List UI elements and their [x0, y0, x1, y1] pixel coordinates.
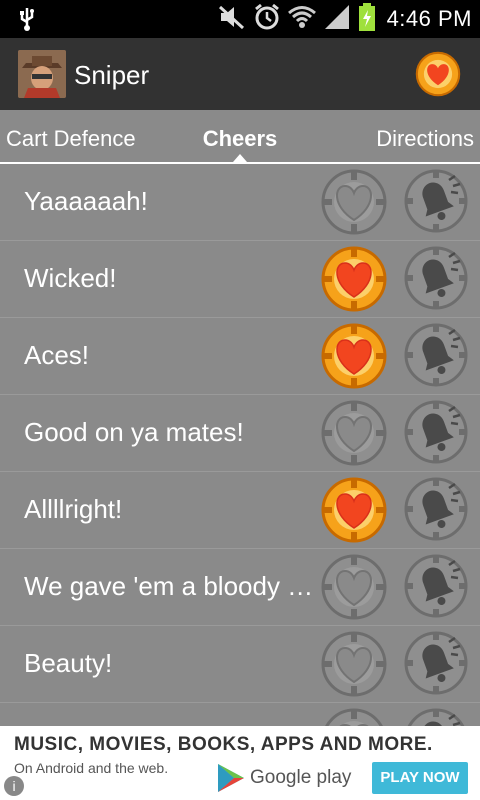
list-item-label: Yaaaaaah! — [24, 186, 148, 216]
ringtone-bell-icon[interactable] — [403, 245, 469, 311]
favorite-heart-active-icon[interactable] — [320, 245, 388, 313]
sniper-avatar[interactable] — [18, 50, 66, 98]
favorite-heart-icon[interactable] — [320, 168, 388, 236]
list-item[interactable]: Allllright! — [0, 472, 480, 549]
list-item[interactable]: Yaaaaaah! — [0, 164, 480, 241]
app-bar: Sniper — [0, 38, 480, 110]
play-triangle-icon — [218, 764, 244, 792]
tab-directions[interactable]: Directions — [376, 126, 474, 152]
favorite-heart-active-icon[interactable] — [320, 322, 388, 390]
list-item[interactable]: Beauty! — [0, 626, 480, 703]
tab-bar: Cart Defence Cheers Directions — [0, 110, 480, 164]
list-item-label: Wicked! — [24, 263, 117, 293]
battery-icon — [357, 2, 377, 37]
favorite-heart-icon[interactable] — [320, 399, 388, 467]
alarm-icon — [253, 3, 281, 36]
list-item[interactable]: Bloody beautiful! — [0, 703, 480, 726]
ringtone-bell-icon[interactable] — [403, 553, 469, 619]
google-play-text: Google play — [250, 767, 352, 788]
ringtone-bell-icon[interactable] — [403, 630, 469, 696]
ringtone-bell-icon[interactable] — [403, 399, 469, 465]
list-item[interactable]: Good on ya mates! — [0, 395, 480, 472]
active-tab-indicator — [233, 154, 247, 162]
list-item-label: Aces! — [24, 340, 90, 370]
ringtone-bell-icon[interactable] — [403, 476, 469, 542]
page-title: Sniper — [74, 60, 150, 90]
mute-icon — [217, 4, 247, 35]
list-item[interactable]: Aces! — [0, 318, 480, 395]
usb-icon — [14, 6, 40, 32]
play-now-button[interactable]: PLAY NOW — [372, 762, 468, 794]
ad-banner[interactable]: MUSIC, MOVIES, BOOKS, APPS AND MORE. On … — [0, 726, 480, 800]
ad-info-icon[interactable]: i — [4, 776, 24, 796]
favorite-heart-icon[interactable] — [320, 553, 388, 621]
list-item[interactable]: Wicked! — [0, 241, 480, 318]
status-bar: 4:46 PM — [0, 0, 480, 38]
list-item-label: Good on ya mates! — [24, 417, 244, 447]
ringtone-bell-icon[interactable] — [403, 322, 469, 388]
signal-icon — [323, 3, 351, 36]
list-item[interactable]: We gave 'em a bloody … — [0, 549, 480, 626]
list-item-label: Allllright! — [24, 494, 123, 524]
google-play-logo: Google play — [216, 760, 351, 796]
list-item-label: Beauty! — [24, 648, 113, 678]
favorite-heart-icon[interactable] — [320, 630, 388, 698]
favorite-heart-active-icon[interactable] — [320, 476, 388, 544]
clock: 4:46 PM — [386, 6, 472, 31]
ringtone-bell-icon[interactable] — [403, 168, 469, 234]
ad-headline: MUSIC, MOVIES, BOOKS, APPS AND MORE. — [14, 734, 433, 755]
ad-subline: On Android and the web. — [14, 760, 169, 776]
favorites-heart-icon[interactable] — [414, 50, 462, 98]
wifi-icon — [287, 4, 317, 35]
cheers-list: Yaaaaaah! Wicked! Aces! Good on ya mates… — [0, 164, 480, 726]
favorite-heart-icon[interactable] — [320, 707, 388, 726]
list-item-label: We gave 'em a bloody … — [24, 571, 314, 601]
ringtone-bell-icon[interactable] — [403, 707, 469, 726]
